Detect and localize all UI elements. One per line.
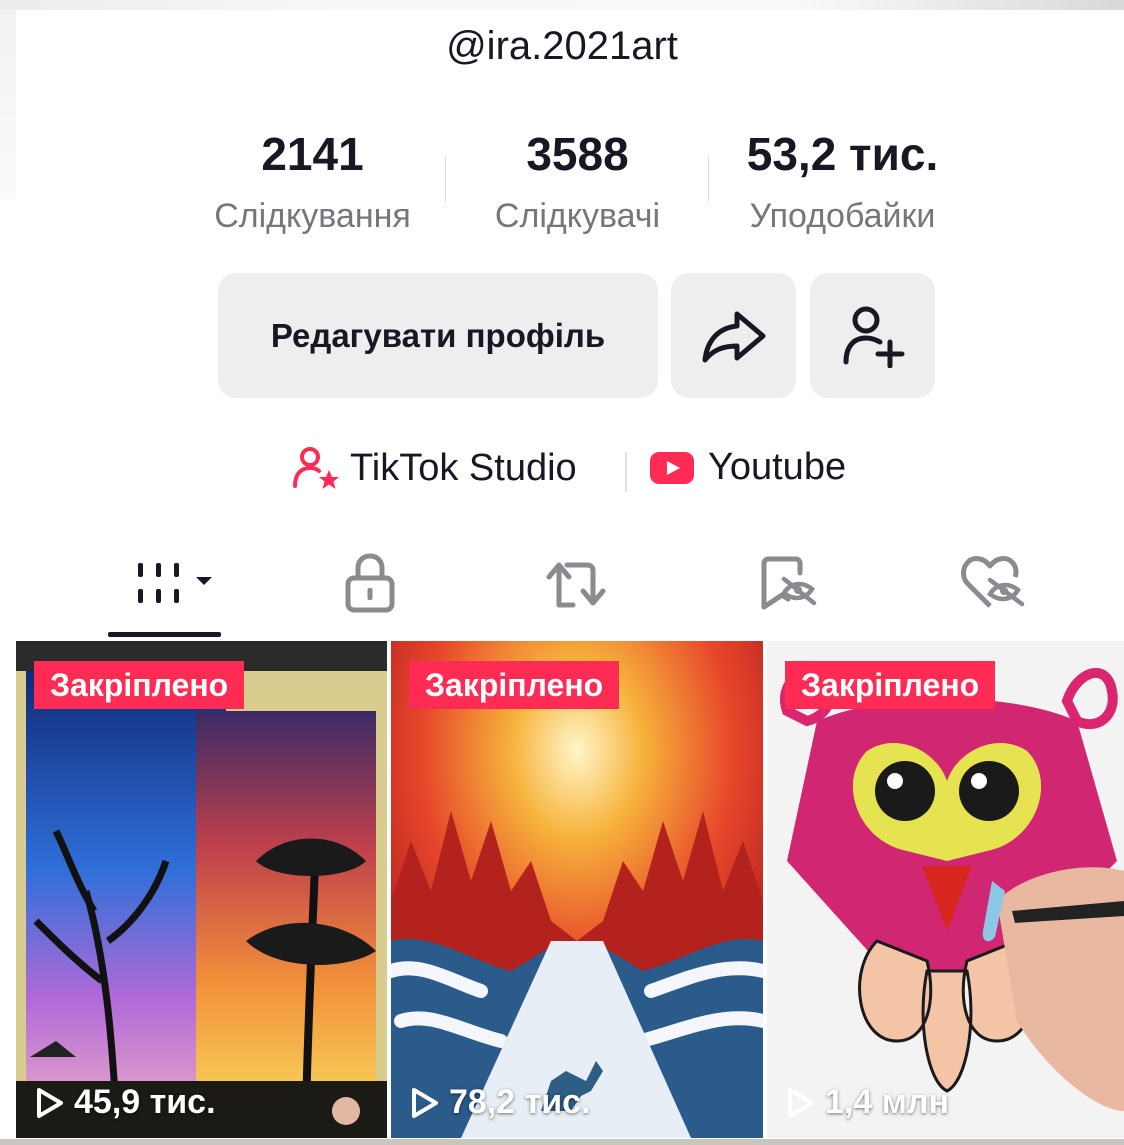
favorites-hidden-icon: [761, 556, 817, 610]
view-count-text: 1,4 млн: [825, 1083, 949, 1121]
edit-profile-button[interactable]: Редагувати профіль: [218, 273, 658, 398]
stat-following-label: Слідкування: [214, 197, 411, 235]
tab-favorites[interactable]: [752, 548, 822, 618]
view-count-text: 78,2 тис.: [449, 1083, 591, 1121]
video-thumbnail[interactable]: Закріплено 78,2 тис.: [391, 641, 763, 1138]
tab-liked[interactable]: [958, 548, 1028, 618]
play-icon: [37, 1087, 63, 1118]
profile-stats: 2141 Слідкування 3588 Слідкувачі 53,2 ти…: [180, 128, 980, 238]
stat-divider: [708, 156, 709, 202]
tiktok-studio-label: TikTok Studio: [350, 446, 577, 489]
video-view-count: 78,2 тис.: [411, 1083, 591, 1122]
share-arrow-icon: [702, 311, 765, 362]
view-count-text: 45,9 тис.: [74, 1083, 216, 1121]
video-view-count: 45,9 тис.: [36, 1083, 216, 1122]
stat-followers-label: Слідкувачі: [494, 197, 661, 235]
pinned-badge: Закріплено: [409, 661, 620, 709]
next-row-thumbnails-edge: [0, 1139, 1124, 1145]
pinned-badge: Закріплено: [34, 661, 245, 709]
video-view-count: 1,4 млн: [787, 1083, 949, 1122]
stat-likes-label: Уподобайки: [749, 197, 936, 235]
play-icon: [788, 1087, 814, 1118]
youtube-icon: [650, 451, 694, 484]
links-divider: [625, 452, 627, 492]
repost-icon: [546, 562, 606, 608]
add-user-icon: [843, 306, 904, 368]
stat-likes[interactable]: 53,2 тис. Уподобайки: [720, 128, 965, 236]
tab-private[interactable]: [335, 548, 405, 618]
video-thumbnail-image: [391, 641, 763, 1138]
youtube-label: Youtube: [708, 446, 847, 488]
profile-links: TikTok Studio Youtube: [0, 446, 1124, 498]
stat-followers[interactable]: 3588 Слідкувачі: [465, 128, 690, 236]
pinned-badge: Закріплено: [785, 661, 996, 709]
creator-star-icon: [293, 447, 339, 489]
profile-username: @ira.2021art: [446, 24, 678, 68]
add-friend-button[interactable]: [810, 273, 935, 398]
stat-likes-count: 53,2 тис.: [746, 128, 939, 180]
video-thumbnail-image: [16, 641, 387, 1138]
video-thumbnail[interactable]: Закріплено 45,9 тис.: [16, 641, 387, 1138]
video-grid: Закріплено 45,9 тис. Закріплено 78,2 тис…: [16, 641, 1124, 1145]
liked-hidden-icon: [961, 556, 1025, 608]
profile-tabs: [0, 548, 1124, 638]
tab-reposts[interactable]: [540, 548, 612, 618]
stat-following[interactable]: 2141 Слідкування: [180, 128, 445, 236]
play-icon: [412, 1087, 438, 1118]
top-background-strip: [0, 0, 1124, 10]
tiktok-studio-link[interactable]: TikTok Studio: [292, 446, 577, 490]
video-thumbnail-image: [767, 641, 1124, 1138]
youtube-link[interactable]: Youtube: [650, 446, 846, 489]
share-profile-button[interactable]: [671, 273, 796, 398]
grid-videos-icon: [138, 563, 212, 603]
lock-icon: [345, 553, 395, 613]
tab-videos[interactable]: [128, 548, 218, 618]
active-tab-indicator: [108, 632, 221, 637]
stat-following-count: 2141: [261, 128, 364, 180]
video-thumbnail[interactable]: Закріплено 1,4 млн: [767, 641, 1124, 1138]
stat-divider: [445, 156, 446, 202]
stat-followers-count: 3588: [526, 128, 629, 180]
